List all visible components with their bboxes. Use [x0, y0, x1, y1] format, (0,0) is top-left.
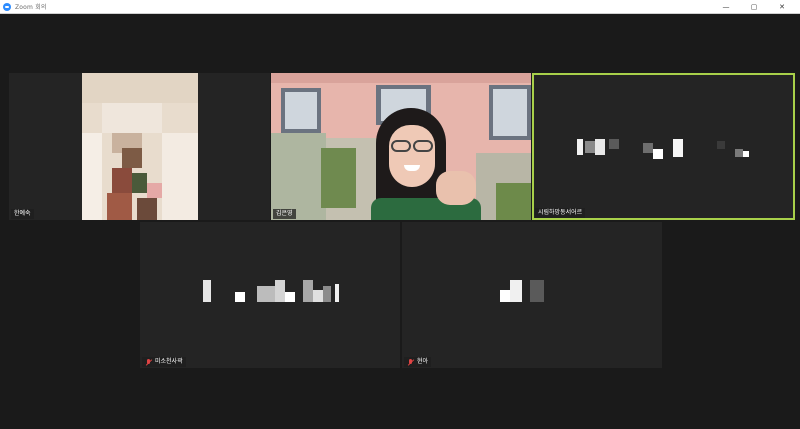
mic-muted-icon	[145, 358, 152, 366]
mic-muted-icon	[407, 358, 414, 366]
participant-video	[271, 73, 531, 220]
participant-name-display	[500, 280, 550, 304]
participant-name-label: 시림하망동서어르	[535, 208, 586, 218]
participant-name-label: 미소천사곽	[142, 357, 186, 367]
participant-tile[interactable]: 한예숙	[9, 73, 270, 220]
minimize-button[interactable]: —	[712, 0, 740, 13]
zoom-logo-icon	[3, 2, 11, 11]
window-titlebar: Zoom 회의 — ▢ ✕	[0, 0, 800, 14]
maximize-button[interactable]: ▢	[740, 0, 768, 13]
participant-tile-active-speaker[interactable]: 시림하망동서어르	[532, 73, 795, 220]
participant-name-label: 현아	[404, 357, 432, 367]
participant-name-label: 한예숙	[11, 209, 34, 219]
participant-tile[interactable]: 현아	[402, 222, 662, 368]
participant-name-display	[577, 137, 757, 159]
participant-video	[82, 73, 198, 220]
window-title: Zoom 회의	[15, 4, 47, 11]
participant-tile[interactable]: 김은영	[271, 73, 531, 220]
participant-name-display	[203, 280, 353, 304]
window-controls: — ▢ ✕	[712, 0, 796, 13]
participant-name-label: 김은영	[273, 209, 296, 219]
close-button[interactable]: ✕	[768, 0, 796, 13]
participant-tile[interactable]: 미소천사곽	[140, 222, 400, 368]
